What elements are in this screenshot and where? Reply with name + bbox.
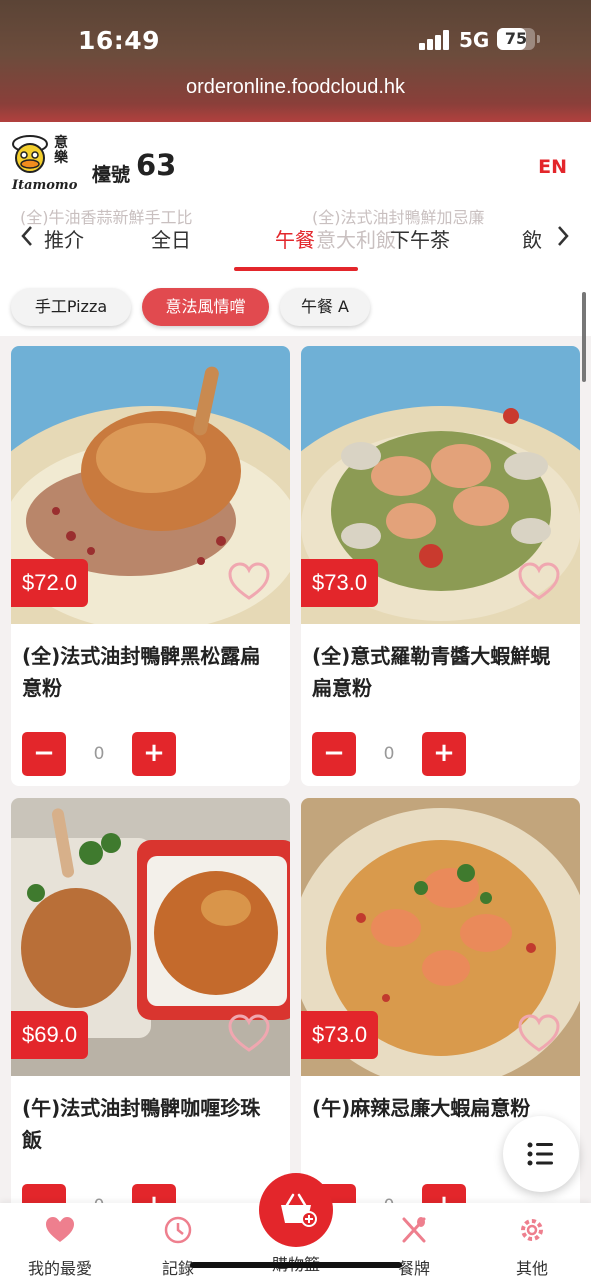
- quantity-stepper: − 0 +: [22, 732, 182, 776]
- home-indicator: [190, 1262, 402, 1268]
- brand-logo-text: Itamomo: [12, 178, 78, 193]
- product-card[interactable]: $73.0 (全)意式羅勒青醬大蝦鮮蜆扁意粉 − 0 +: [301, 346, 580, 786]
- product-card[interactable]: $72.0 (全)法式油封鴨髀黑松露扁意粉 − 0 +: [11, 346, 290, 786]
- table-number: 63: [136, 148, 177, 182]
- brand-logo[interactable]: 意樂 Itamomo: [10, 134, 82, 196]
- heart-icon[interactable]: [228, 562, 270, 602]
- clock-icon: [164, 1216, 192, 1244]
- category-tabs: (全)牛油香蒜新鮮手工比 (全)法式油封鴨鮮加忌廉 推介 全日 意大利飯 午餐 …: [0, 204, 591, 272]
- quantity-value[interactable]: 0: [82, 732, 116, 776]
- price-badge: $73.0: [301, 559, 379, 607]
- active-tab-underline: [234, 267, 358, 271]
- status-time: 16:49: [78, 26, 161, 55]
- scrollbar[interactable]: [582, 292, 586, 382]
- nav-favorites[interactable]: 我的最愛: [10, 1215, 110, 1279]
- product-name: (全)法式油封鴨髀黑松露扁意粉: [22, 644, 261, 700]
- minus-icon[interactable]: −: [312, 732, 356, 776]
- gear-icon: [521, 1219, 543, 1241]
- heart-icon[interactable]: [228, 1014, 270, 1054]
- nav-menu[interactable]: 餐牌: [364, 1215, 464, 1279]
- heart-icon: [46, 1217, 74, 1242]
- cart-button[interactable]: [259, 1173, 333, 1247]
- utensils-icon: [402, 1217, 426, 1243]
- price-badge: $73.0: [301, 1011, 379, 1059]
- basket-icon: [281, 1193, 317, 1227]
- signal-icon: [419, 30, 451, 50]
- chevron-right-icon[interactable]: [556, 224, 570, 255]
- quantity-stepper: − 0 +: [312, 732, 472, 776]
- price-badge: $72.0: [11, 559, 89, 607]
- duck-mascot-icon: [12, 135, 48, 173]
- tab-all-day[interactable]: 全日: [151, 224, 191, 253]
- battery-icon: 75: [497, 28, 535, 50]
- tab-drinks[interactable]: 飲: [522, 224, 542, 253]
- network-type: 5G: [459, 28, 490, 52]
- plus-icon[interactable]: +: [132, 732, 176, 776]
- tab-afternoon-tea[interactable]: 下午茶: [390, 224, 450, 253]
- nav-favorites-label: 我的最愛: [27, 1259, 92, 1278]
- language-toggle[interactable]: EN: [538, 156, 567, 178]
- list-icon[interactable]: [503, 1116, 579, 1192]
- subcategory-chips: 手工Pizza 意法風情嚐 午餐 A: [0, 272, 591, 336]
- heart-icon[interactable]: [518, 562, 560, 602]
- brand-logo-cn: 意樂: [54, 135, 68, 166]
- table-label: 檯號: [92, 164, 131, 186]
- nav-others[interactable]: 其他: [482, 1215, 582, 1279]
- nav-others-label: 其他: [515, 1259, 548, 1278]
- product-name: (午)法式油封鴨髀咖喱珍珠飯: [22, 1096, 261, 1152]
- tab-risotto[interactable]: 意大利飯: [316, 224, 396, 253]
- chevron-left-icon[interactable]: [20, 224, 34, 255]
- chip-pizza[interactable]: 手工Pizza: [11, 288, 131, 326]
- app-header: 意樂 Itamomo 檯號 63 EN: [0, 122, 591, 204]
- plus-icon[interactable]: +: [422, 732, 466, 776]
- product-name: (全)意式羅勒青醬大蝦鮮蜆扁意粉: [312, 644, 551, 700]
- url-bar[interactable]: orderonline.foodcloud.hk: [0, 76, 591, 99]
- tab-lunch[interactable]: 午餐: [275, 224, 315, 253]
- price-badge: $69.0: [11, 1011, 89, 1059]
- heart-icon[interactable]: [518, 1014, 560, 1054]
- quantity-value[interactable]: 0: [372, 732, 406, 776]
- chip-lunch-a[interactable]: 午餐 A: [280, 288, 370, 326]
- product-card[interactable]: $69.0 (午)法式油封鴨髀咖喱珍珠飯 − 0 +: [11, 798, 290, 1218]
- nav-records[interactable]: 記錄: [128, 1215, 228, 1279]
- chip-italian-french[interactable]: 意法風情嚐: [142, 288, 269, 326]
- minus-icon[interactable]: −: [22, 732, 66, 776]
- battery-level: 75: [504, 29, 528, 48]
- status-bar: 16:49 5G 75 orderonline.foodcloud.hk: [0, 0, 591, 122]
- tab-recommended[interactable]: 推介: [44, 224, 84, 253]
